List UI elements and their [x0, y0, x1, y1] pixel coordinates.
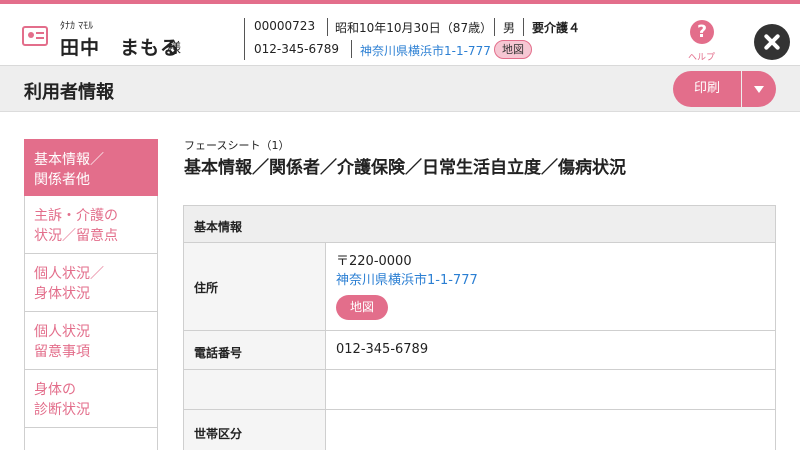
user-name-furigana: ﾀﾅｶ ﾏﾓﾙ	[60, 21, 94, 32]
sidebar-item-complaint[interactable]: 主訴・介護の 状況／留意点	[24, 196, 158, 254]
table-row-household: 世帯区分	[184, 410, 775, 450]
postal-code: 〒220-0000	[336, 254, 412, 269]
user-address-link[interactable]: 神奈川県横浜市1-1-777	[360, 42, 491, 59]
sidebar-item-diagnosis[interactable]: 身体の 診断状況	[24, 370, 158, 428]
sidebar-item-label-line1: 個人状況／	[34, 266, 104, 282]
row-label	[184, 370, 326, 409]
user-birthdate: 昭和10年10月30日（87歳）	[335, 21, 493, 35]
user-id: 00000723	[254, 19, 316, 33]
user-name: 田中 まもる	[60, 37, 181, 59]
row-label: 電話番号	[184, 331, 326, 369]
table-row-empty	[184, 370, 775, 410]
sidebar-item-label-line2: 関係者他	[34, 172, 90, 188]
close-icon[interactable]	[754, 24, 790, 60]
user-header: ﾀﾅｶ ﾏﾓﾙ 田中 まもる 様 00000723 昭和10年10月30日（87…	[0, 4, 800, 66]
sidebar-item-basic-info[interactable]: 基本情報／ 関係者他	[24, 139, 158, 196]
map-button[interactable]: 地図	[336, 295, 388, 320]
user-name-suffix: 様	[167, 41, 181, 57]
sheet-title: 基本情報／関係者／介護保険／日常生活自立度／傷病状況	[184, 158, 626, 178]
care-level: 要介護４	[532, 21, 581, 35]
sidebar-item-label-line1: 個人状況	[34, 324, 90, 340]
help-label[interactable]: ヘルプ	[688, 50, 715, 63]
sidebar-item-label-line2: 留意事項	[34, 344, 90, 360]
divider	[494, 18, 495, 36]
sidebar-item-label-line2: 状況／留意点	[34, 228, 118, 244]
section-nav: 基本情報／ 関係者他 主訴・介護の 状況／留意点 個人状況／ 身体状況 個人状況…	[24, 139, 158, 450]
sidebar-item-label-line1: 身体の	[34, 382, 76, 398]
page-title-bar: 利用者情報 印刷	[0, 66, 800, 112]
section-header: 基本情報	[184, 206, 775, 243]
divider	[244, 18, 245, 60]
user-phone: 012-345-6789	[254, 42, 340, 56]
page-title: 利用者情報	[24, 82, 114, 103]
sidebar-item-personal-status[interactable]: 個人状況／ 身体状況	[24, 254, 158, 312]
sidebar-item-label-line1: 主訴・介護の	[34, 208, 118, 224]
row-label: 住所	[184, 243, 326, 330]
header-map-button[interactable]: 地図	[494, 40, 532, 59]
table-row-address: 住所 〒220-0000 神奈川県横浜市1-1-777 地図	[184, 243, 775, 331]
user-gender: 男	[503, 21, 516, 35]
divider	[351, 40, 352, 58]
sidebar-item-label-line1: 基本情報／	[34, 152, 104, 168]
address-link[interactable]: 神奈川県横浜市1-1-777	[336, 271, 775, 291]
sidebar-item-more[interactable]	[24, 428, 158, 450]
sidebar-item-personal-notes[interactable]: 個人状況 留意事項	[24, 312, 158, 370]
row-label: 世帯区分	[184, 410, 326, 450]
sidebar-item-label-line2: 診断状況	[34, 402, 90, 418]
sidebar-item-label-line2: 身体状況	[34, 286, 90, 302]
divider	[523, 18, 524, 36]
chevron-down-icon[interactable]	[742, 71, 776, 107]
sheet-subtitle: フェースシート（1）	[184, 139, 290, 152]
phone-value: 012-345-6789	[336, 342, 429, 357]
id-card-icon	[22, 26, 48, 46]
divider	[327, 18, 328, 36]
table-row-phone: 電話番号 012-345-6789	[184, 331, 775, 370]
print-button[interactable]: 印刷	[673, 71, 741, 107]
household-value	[336, 410, 775, 425]
basic-info-table: 基本情報 住所 〒220-0000 神奈川県横浜市1-1-777 地図 電話番号…	[183, 205, 776, 450]
help-icon[interactable]: ?	[690, 20, 714, 44]
